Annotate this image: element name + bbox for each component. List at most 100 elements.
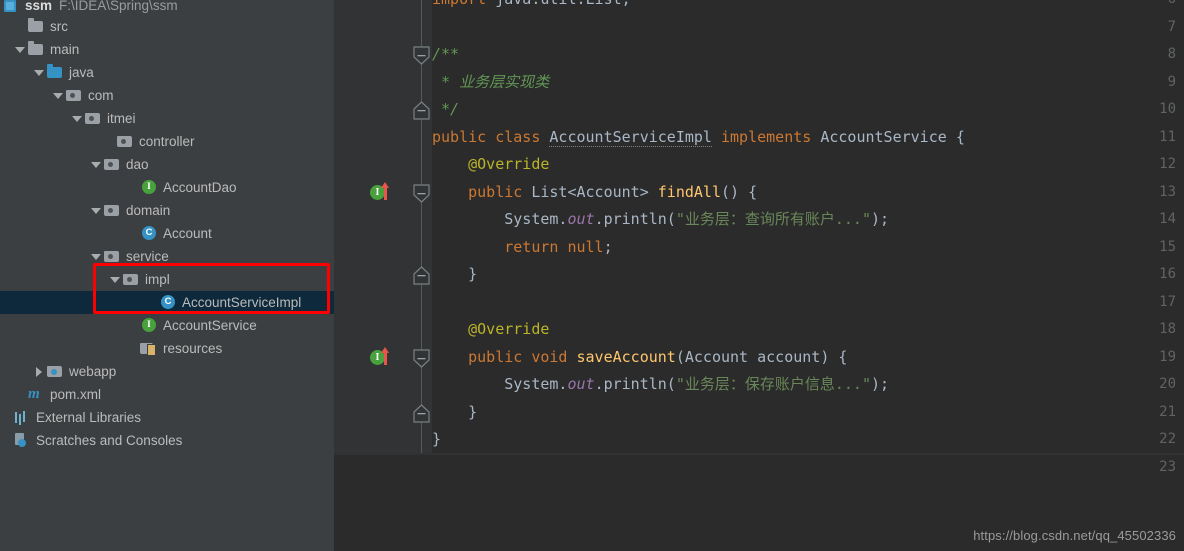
tree-item-label: service bbox=[126, 249, 169, 264]
tree-item-label: pom.xml bbox=[50, 387, 102, 402]
fold-marker-up[interactable] bbox=[413, 101, 430, 120]
chevron-down-icon[interactable] bbox=[52, 84, 65, 107]
tree-item-service[interactable]: service bbox=[0, 245, 334, 268]
package-icon bbox=[84, 107, 103, 130]
chevron-down-icon[interactable] bbox=[109, 268, 122, 291]
tree-item-label: domain bbox=[126, 203, 171, 218]
code-line-9: * 业务层实现类 bbox=[432, 72, 550, 91]
tree-item-external-libraries[interactable]: External Libraries bbox=[0, 406, 334, 429]
code-line-8: /** bbox=[432, 45, 460, 63]
tree-item-itmei[interactable]: itmei bbox=[0, 107, 334, 130]
tree-item-accountdao[interactable]: AccountDao bbox=[0, 176, 334, 199]
tree-item-label: src bbox=[50, 19, 68, 34]
chevron-down-icon[interactable] bbox=[90, 199, 103, 222]
tree-item-webapp[interactable]: webapp bbox=[0, 360, 334, 383]
project-title-row[interactable]: ssm F:\IDEA\Spring\ssm bbox=[0, 0, 334, 15]
code-text[interactable]: import java.util.List; /** * 业务层实现类 */ p… bbox=[432, 0, 1184, 551]
package-icon bbox=[103, 199, 122, 222]
code-line-10: */ bbox=[432, 100, 460, 118]
tree-item-label: com bbox=[88, 88, 114, 103]
project-path: F:\IDEA\Spring\ssm bbox=[59, 0, 178, 13]
chevron-down-icon[interactable] bbox=[14, 38, 27, 61]
chevron-down-icon[interactable] bbox=[33, 61, 46, 84]
tree-item-label: dao bbox=[126, 157, 149, 172]
fold-marker-down[interactable] bbox=[413, 348, 430, 368]
watermark: https://blog.csdn.net/qq_45502336 bbox=[973, 528, 1176, 543]
code-editor[interactable]: 67891011121314151617181920212223 II impo… bbox=[334, 0, 1184, 551]
resources-icon bbox=[140, 337, 159, 360]
folder-icon bbox=[27, 15, 46, 38]
tree-item-resources[interactable]: resources bbox=[0, 337, 334, 360]
code-line-12: @Override bbox=[432, 155, 550, 173]
chevron-right-icon[interactable] bbox=[33, 360, 46, 383]
package-icon bbox=[103, 245, 122, 268]
tree-item-scratches-and-consoles[interactable]: Scratches and Consoles bbox=[0, 429, 334, 452]
tree-item-domain[interactable]: domain bbox=[0, 199, 334, 222]
project-name: ssm bbox=[25, 0, 53, 13]
arrow-up-icon bbox=[381, 181, 389, 200]
package-icon bbox=[65, 84, 84, 107]
arrow-up-icon bbox=[381, 346, 389, 365]
code-line-15: return null; bbox=[432, 237, 613, 256]
interface-icon bbox=[140, 314, 159, 337]
webapp-icon bbox=[46, 360, 65, 383]
class-icon bbox=[140, 222, 159, 245]
project-tool-window[interactable]: ssm F:\IDEA\Spring\ssm src main java com itm… bbox=[0, 0, 334, 551]
idea-window: ssm F:\IDEA\Spring\ssm src main java com itm… bbox=[0, 0, 1184, 551]
implementing-method-icon[interactable]: I bbox=[370, 346, 396, 368]
tree-item-label: java bbox=[69, 65, 94, 80]
tree-item-impl[interactable]: impl bbox=[0, 268, 334, 291]
fold-marker-down[interactable] bbox=[413, 46, 430, 65]
tree-item-accountservice[interactable]: AccountService bbox=[0, 314, 334, 337]
fold-region-line bbox=[421, 0, 422, 455]
chevron-down-icon[interactable] bbox=[90, 245, 103, 268]
tree-item-controller[interactable]: controller bbox=[0, 130, 334, 153]
package-icon bbox=[103, 153, 122, 176]
tree-item-src[interactable]: src bbox=[0, 15, 334, 38]
tree-item-accountserviceimpl[interactable]: AccountServiceImpl bbox=[0, 291, 334, 314]
chevron-down-icon[interactable] bbox=[71, 107, 84, 130]
tree-item-java[interactable]: java bbox=[0, 61, 334, 84]
tree-item-label: itmei bbox=[107, 111, 136, 126]
tree-item-account[interactable]: Account bbox=[0, 222, 334, 245]
tree-item-dao[interactable]: dao bbox=[0, 153, 334, 176]
tree-item-com[interactable]: com bbox=[0, 84, 334, 107]
scratches-icon bbox=[13, 429, 32, 452]
tree-item-label: AccountService bbox=[163, 318, 257, 333]
maven-icon bbox=[27, 383, 46, 406]
fold-marker-up[interactable] bbox=[413, 403, 430, 423]
tree-item-label: External Libraries bbox=[36, 410, 142, 425]
code-line-22: } bbox=[432, 430, 442, 448]
tree-item-label: Scratches and Consoles bbox=[36, 433, 183, 448]
code-line-6: import java.util.List; bbox=[432, 0, 1184, 14]
tree-item-label: impl bbox=[145, 272, 170, 287]
code-line-16: } bbox=[432, 265, 478, 283]
code-line-11: public class AccountServiceImpl implemen… bbox=[432, 127, 965, 147]
fold-marker-up[interactable] bbox=[413, 266, 430, 285]
code-line-21: } bbox=[432, 402, 478, 421]
tree-item-label: AccountDao bbox=[163, 180, 237, 195]
folder-blue-icon bbox=[46, 61, 65, 84]
project-tree[interactable]: src main java com itmei controller dao AccountD… bbox=[0, 15, 334, 452]
code-line-18: @Override bbox=[432, 320, 550, 338]
tree-item-label: Account bbox=[163, 226, 212, 241]
tree-item-main[interactable]: main bbox=[0, 38, 334, 61]
implementing-method-icon[interactable]: I bbox=[370, 181, 396, 203]
package-icon bbox=[116, 130, 135, 153]
fold-marker-down[interactable] bbox=[413, 183, 430, 203]
interface-icon bbox=[140, 176, 159, 199]
tree-item-pom-xml[interactable]: pom.xml bbox=[0, 383, 334, 406]
tree-item-label: webapp bbox=[69, 364, 117, 379]
chevron-down-icon[interactable] bbox=[90, 153, 103, 176]
tree-item-label: resources bbox=[163, 341, 223, 356]
code-line-14: System.out.println("业务层：查询所有账户..."); bbox=[432, 210, 890, 228]
